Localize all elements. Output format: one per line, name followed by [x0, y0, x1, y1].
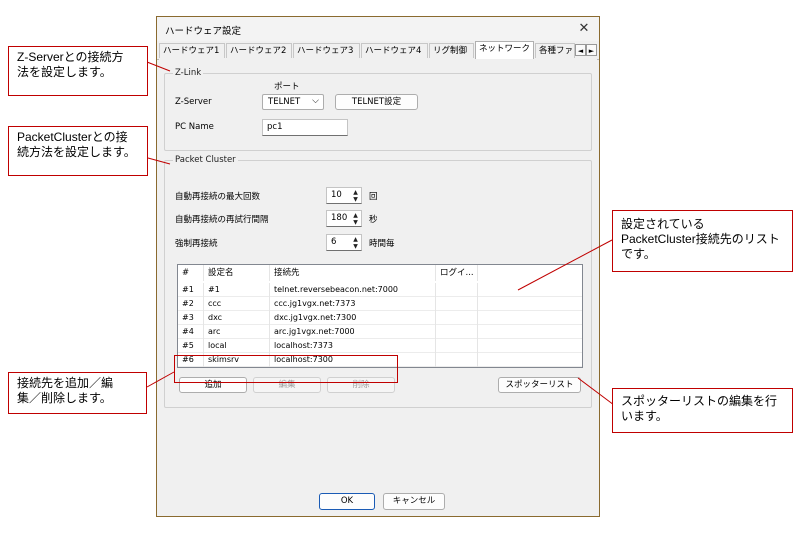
callout-addedit-line2: 集／削除します。: [17, 391, 112, 405]
callout-packetcluster-line2: 続方法を設定します。: [17, 145, 136, 159]
leader-line-addedit: [146, 371, 175, 388]
callout-zserver-line1: Z-Serverとの接続方: [17, 50, 124, 64]
callout-spotter-line2: います。: [621, 409, 668, 423]
leader-line-zserver: [146, 61, 171, 72]
callout-spotter-line1: スポッターリストの編集を行: [621, 394, 778, 408]
callout-list-line1: 設定されている: [621, 217, 705, 231]
leader-line-list: [517, 239, 613, 291]
callout-zserver: Z-Serverとの接続方 法を設定します。: [8, 46, 148, 96]
callout-list-line2: PacketCluster接続先のリスト: [621, 232, 780, 246]
callout-list-line3: です。: [621, 247, 656, 261]
leader-line-spotter: [577, 377, 615, 406]
callout-packetcluster: PacketClusterとの接 続方法を設定します。: [8, 126, 148, 176]
callout-addedit-line1: 接続先を追加／編: [17, 376, 114, 390]
callout-spotter: スポッターリストの編集を行 います。: [612, 388, 793, 433]
callout-packetcluster-line1: PacketClusterとの接: [17, 130, 128, 144]
callout-zserver-line2: 法を設定します。: [17, 65, 112, 79]
callout-list: 設定されている PacketCluster接続先のリスト です。: [612, 210, 793, 272]
leader-line-packetcluster: [147, 157, 171, 165]
callout-addedit: 接続先を追加／編 集／削除します。: [8, 372, 147, 414]
